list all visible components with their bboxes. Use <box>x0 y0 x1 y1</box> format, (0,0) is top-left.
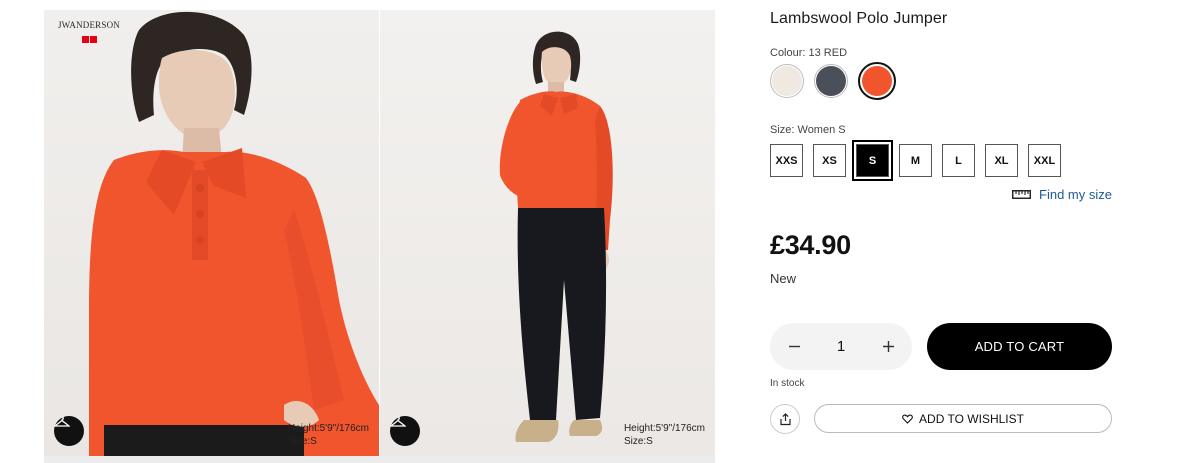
quantity-increase-button[interactable] <box>880 339 896 355</box>
share-button[interactable] <box>770 404 800 434</box>
uniqlo-logo <box>81 36 97 43</box>
model-height: Height:5'9"/176cm <box>623 423 705 434</box>
outfit-button[interactable] <box>390 416 420 446</box>
hanger-icon <box>390 416 406 427</box>
model-size: Size:S <box>287 436 317 447</box>
new-flag: New <box>770 271 797 286</box>
size-option-m[interactable]: M <box>899 144 932 177</box>
minus-icon <box>788 345 800 348</box>
size-selector: XXS XS S M L XL XXL <box>770 140 1061 181</box>
size-option-xs[interactable]: XS <box>813 144 846 177</box>
swatch-fill <box>816 66 846 96</box>
swatch-fill <box>772 66 802 96</box>
add-to-cart-button[interactable]: ADD TO CART <box>927 323 1112 370</box>
share-icon <box>779 412 791 425</box>
quantity-value[interactable]: 1 <box>837 338 845 355</box>
model-height: Height:5'9"/176cm <box>287 423 369 434</box>
model-closeup-image <box>89 11 379 456</box>
colour-label: Colour: 13 RED <box>770 47 848 59</box>
product-details-panel: Lambswool Polo Jumper Colour: 13 RED Siz… <box>770 0 1112 463</box>
plus-icon <box>882 341 894 352</box>
colour-swatch-red[interactable] <box>858 62 896 100</box>
size-label: Size: Women S <box>770 124 846 136</box>
size-option-s[interactable]: S <box>852 140 893 181</box>
find-my-size-link[interactable]: Find my size <box>1012 187 1112 202</box>
quantity-decrease-button[interactable] <box>786 339 802 355</box>
brand-logo: JWANDERSON <box>54 20 124 48</box>
product-photo-full-length[interactable]: Height:5'9"/176cm Size:S <box>380 10 715 456</box>
ruler-icon <box>1012 190 1031 199</box>
heart-icon <box>902 413 913 424</box>
product-price: £34.90 <box>770 230 851 260</box>
product-photo-closeup[interactable]: JWANDERSON Height:5'9"/176cm Size:S <box>44 10 379 456</box>
model-info: Height:5'9"/176cm Size:S <box>288 422 369 448</box>
brand-name: JWANDERSON <box>57 20 120 30</box>
size-option-xxl[interactable]: XXL <box>1028 144 1061 177</box>
colour-swatches <box>770 62 896 100</box>
product-image-gallery: JWANDERSON Height:5'9"/176cm Size:S Heig… <box>44 10 715 456</box>
outfit-button[interactable] <box>54 416 84 446</box>
stock-status: In stock <box>770 378 805 389</box>
find-my-size-label: Find my size <box>1039 187 1112 202</box>
size-option-xl[interactable]: XL <box>985 144 1018 177</box>
hanger-icon <box>54 416 70 427</box>
wishlist-label: ADD TO WISHLIST <box>919 411 1024 426</box>
model-info: Height:5'9"/176cm Size:S <box>624 422 705 448</box>
add-to-wishlist-button[interactable]: ADD TO WISHLIST <box>814 404 1112 433</box>
size-option-xxs[interactable]: XXS <box>770 144 803 177</box>
gallery-next-row-edge <box>44 456 715 463</box>
size-option-l[interactable]: L <box>942 144 975 177</box>
colour-swatch-navy[interactable] <box>814 64 848 98</box>
model-full-length-image <box>499 31 613 442</box>
quantity-stepper: 1 <box>770 323 912 370</box>
product-title: Lambswool Polo Jumper <box>770 10 948 27</box>
colour-swatch-off-white[interactable] <box>770 64 804 98</box>
model-size: Size:S <box>623 436 653 447</box>
swatch-fill <box>862 66 892 96</box>
